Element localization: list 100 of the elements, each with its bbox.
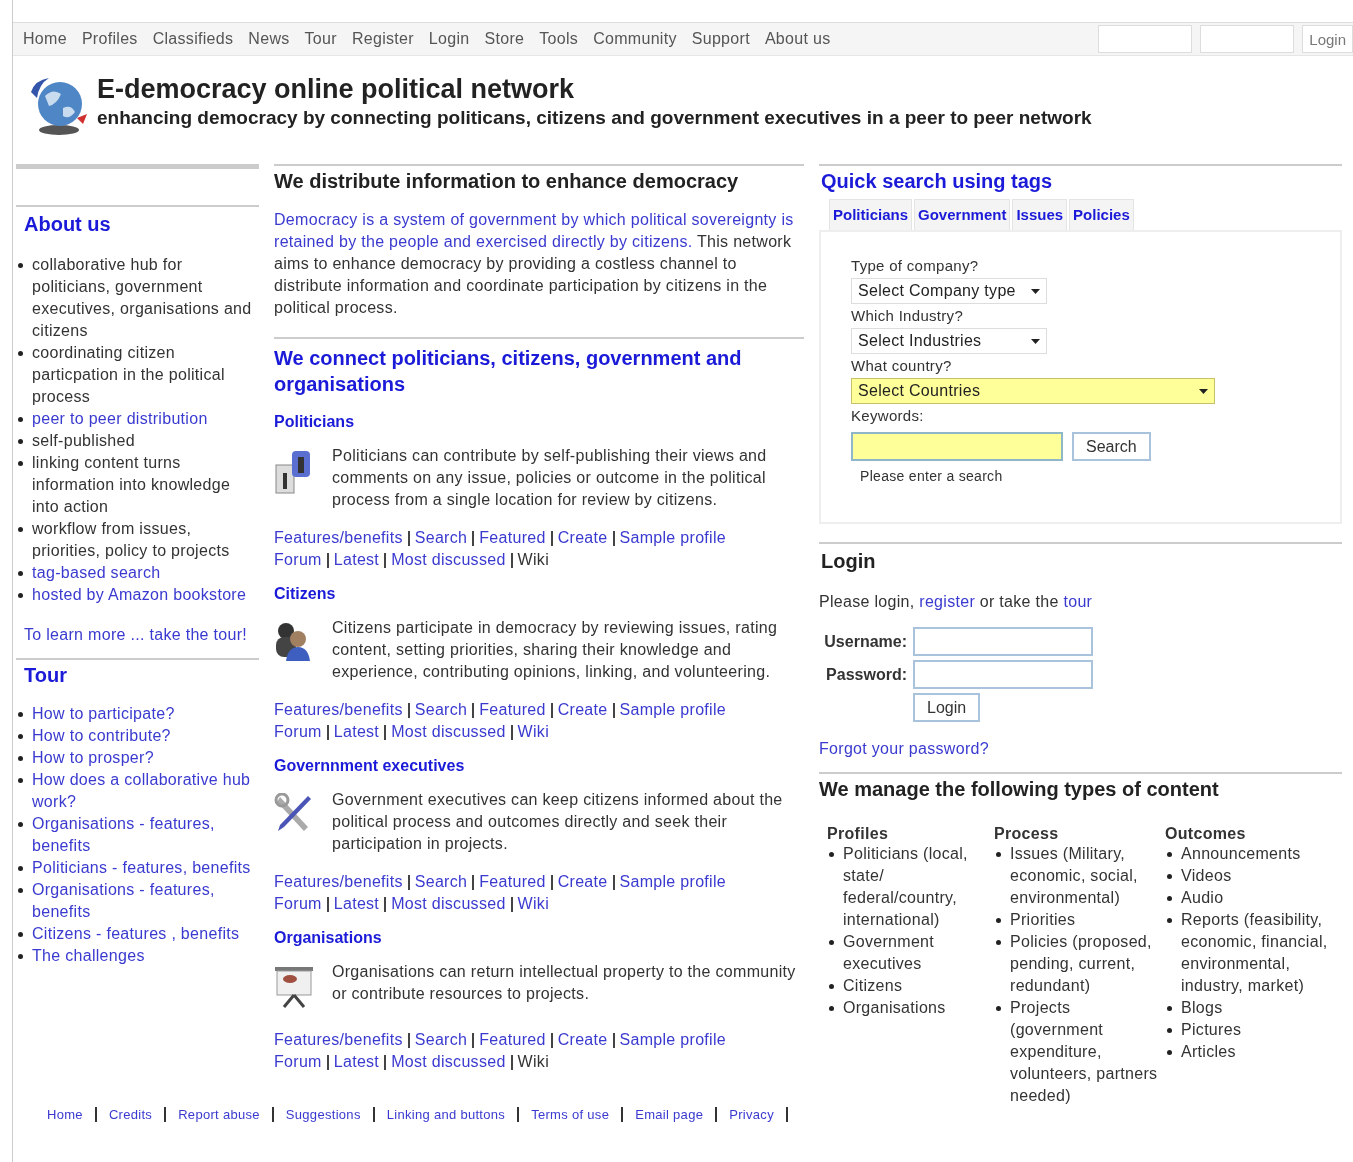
site-title: E-democracy online political network [97, 74, 576, 105]
content-type-item: Politicians (local, state/ federal/country, international) [843, 845, 968, 928]
dropdown[interactable]: Select Industries [851, 328, 1047, 354]
nav-link[interactable]: Classifieds [152, 30, 234, 48]
dropdown[interactable]: Select Countries [851, 378, 1215, 404]
footer-link[interactable]: Home [35, 1107, 97, 1122]
nav-link[interactable]: About us [764, 30, 831, 48]
site-tagline: enhancing democracy by connecting politicans, citizens and government executives in a peer to peer network [97, 107, 1092, 129]
sidebar-link[interactable]: The challenges [32, 945, 259, 967]
nav-link[interactable]: Home [23, 30, 67, 48]
category-link[interactable]: Search [414, 699, 468, 721]
password-field[interactable] [913, 660, 1093, 689]
login-button[interactable]: Login [913, 693, 981, 722]
password-field[interactable] [1200, 25, 1295, 53]
category-link[interactable]: Latest [333, 893, 380, 915]
footer-link[interactable]: Suggestions [273, 1107, 375, 1122]
definition-link[interactable]: Democracy is a system of government by which political sovereignty is [274, 211, 794, 228]
footer-link[interactable]: Linking and buttons [374, 1107, 520, 1122]
content-type-item: Projects (government expenditure, volunteers, partners needed) [1010, 999, 1158, 1104]
tag-tab[interactable]: Issues [1012, 199, 1068, 230]
footer-link[interactable]: Report abuse [166, 1107, 274, 1122]
username-field[interactable] [913, 627, 1093, 656]
tour-link[interactable]: To learn more ... take the tour! [24, 626, 259, 644]
footer-link[interactable]: Email page [623, 1107, 718, 1122]
category-description: Citizens participate in democracy by reviewing issues, rating content, setting priorities, sharing their knowledge and experience, contributing opinions, linking, and volunteering. [332, 618, 779, 682]
category-link[interactable]: Featured [479, 1029, 546, 1051]
category-link[interactable]: Featured [479, 527, 546, 549]
username-field[interactable] [1098, 25, 1193, 53]
category-link[interactable]: Featured [479, 699, 546, 721]
footer-link[interactable]: Privacy [717, 1107, 788, 1122]
category-link[interactable]: Features/benefits [274, 527, 403, 549]
category-link[interactable]: Wiki [517, 893, 549, 915]
category-link[interactable]: Create [557, 1029, 608, 1051]
category-link[interactable]: Search [414, 527, 468, 549]
nav-link[interactable]: Store [484, 30, 525, 48]
category-link[interactable]: Search [414, 1029, 468, 1051]
category-link[interactable]: Create [557, 527, 608, 549]
sidebar-link[interactable]: Organisations - features, benefits [32, 879, 259, 923]
footer-link[interactable]: Credits [96, 1107, 167, 1122]
nav-link[interactable]: Login [428, 30, 470, 48]
category-link[interactable]: Latest [333, 549, 380, 571]
sidebar-link[interactable]: Organisations - features, benefits [32, 813, 259, 857]
content-type-item: Priorities [1010, 911, 1076, 928]
category-link[interactable]: Forum [274, 1051, 322, 1073]
sidebar-link[interactable]: How to prosper? [32, 747, 259, 769]
forgot-password-link[interactable]: Forgot your password? [819, 740, 1342, 758]
sidebar-link[interactable]: tag-based search [32, 562, 259, 584]
nav-link[interactable]: Tools [539, 30, 579, 48]
prompt-link[interactable]: register [919, 593, 976, 610]
sidebar-link[interactable]: Citizens - features , benefits [32, 923, 259, 945]
tag-tab[interactable]: Politicians [829, 199, 913, 230]
category-link[interactable]: Sample profile [619, 871, 726, 893]
category-link[interactable]: Create [557, 699, 608, 721]
sidebar-link[interactable]: peer to peer distribution [32, 408, 259, 430]
login-prompt: Please login, register or take the tour [819, 592, 1094, 612]
dropdown[interactable]: Select Company type [851, 278, 1047, 304]
sidebar-link[interactable]: hosted by Amazon bookstore [32, 584, 259, 606]
tag-tab[interactable]: Policies [1069, 199, 1134, 230]
category-link[interactable]: Search [414, 871, 468, 893]
sidebar-link[interactable]: How to contribute? [32, 725, 259, 747]
sidebar-link[interactable]: Politicians - features, benefits [32, 857, 259, 879]
category-link[interactable]: Most discussed [391, 893, 506, 915]
category-link[interactable]: Features/benefits [274, 1029, 403, 1051]
content-type-item: Pictures [1181, 1021, 1242, 1038]
sidebar-link[interactable]: How does a collaborative hub work? [32, 769, 259, 813]
category-description: Organisations can return intellectual property to the community or contribute resources to projects. [332, 962, 797, 1004]
section-heading: About us [24, 213, 112, 236]
prompt-link[interactable]: tour [1063, 593, 1093, 610]
login-button[interactable]: Login [1302, 25, 1353, 53]
category-link[interactable]: Forum [274, 893, 322, 915]
category-link[interactable]: Most discussed [391, 721, 506, 743]
category-link[interactable]: Featured [479, 871, 546, 893]
sidebar-link[interactable]: How to participate? [32, 703, 259, 725]
section-heading: We manage the following types of content [819, 778, 1220, 801]
footer-link[interactable]: Terms of use [519, 1107, 624, 1122]
category-link[interactable]: Sample profile [619, 527, 726, 549]
nav-link[interactable]: Profiles [81, 30, 138, 48]
keywords-field[interactable] [851, 432, 1063, 461]
tag-tab[interactable]: Government [914, 199, 1011, 230]
category-link[interactable]: Latest [333, 1051, 380, 1073]
definition-link[interactable]: retained by the people and exercised directly by citizens. [274, 233, 693, 250]
category-link[interactable]: Wiki [517, 721, 549, 743]
nav-link[interactable]: Community [593, 30, 677, 48]
category-link[interactable]: Features/benefits [274, 699, 403, 721]
category-heading: Citizens [274, 585, 337, 603]
nav-link[interactable]: Tour [304, 30, 337, 48]
category-link[interactable]: Forum [274, 549, 322, 571]
nav-link[interactable]: News [248, 30, 290, 48]
nav-link[interactable]: Register [351, 30, 414, 48]
category-link[interactable]: Forum [274, 721, 322, 743]
category-link[interactable]: Most discussed [391, 549, 506, 571]
category-link[interactable]: Most discussed [391, 1051, 506, 1073]
caret-icon [1199, 388, 1208, 394]
nav-link[interactable]: Support [691, 30, 750, 48]
category-link[interactable]: Sample profile [619, 699, 726, 721]
category-link[interactable]: Create [557, 871, 608, 893]
category-link[interactable]: Features/benefits [274, 871, 403, 893]
search-button[interactable]: Search [1072, 432, 1151, 461]
category-link[interactable]: Latest [333, 721, 380, 743]
category-link[interactable]: Sample profile [619, 1029, 726, 1051]
